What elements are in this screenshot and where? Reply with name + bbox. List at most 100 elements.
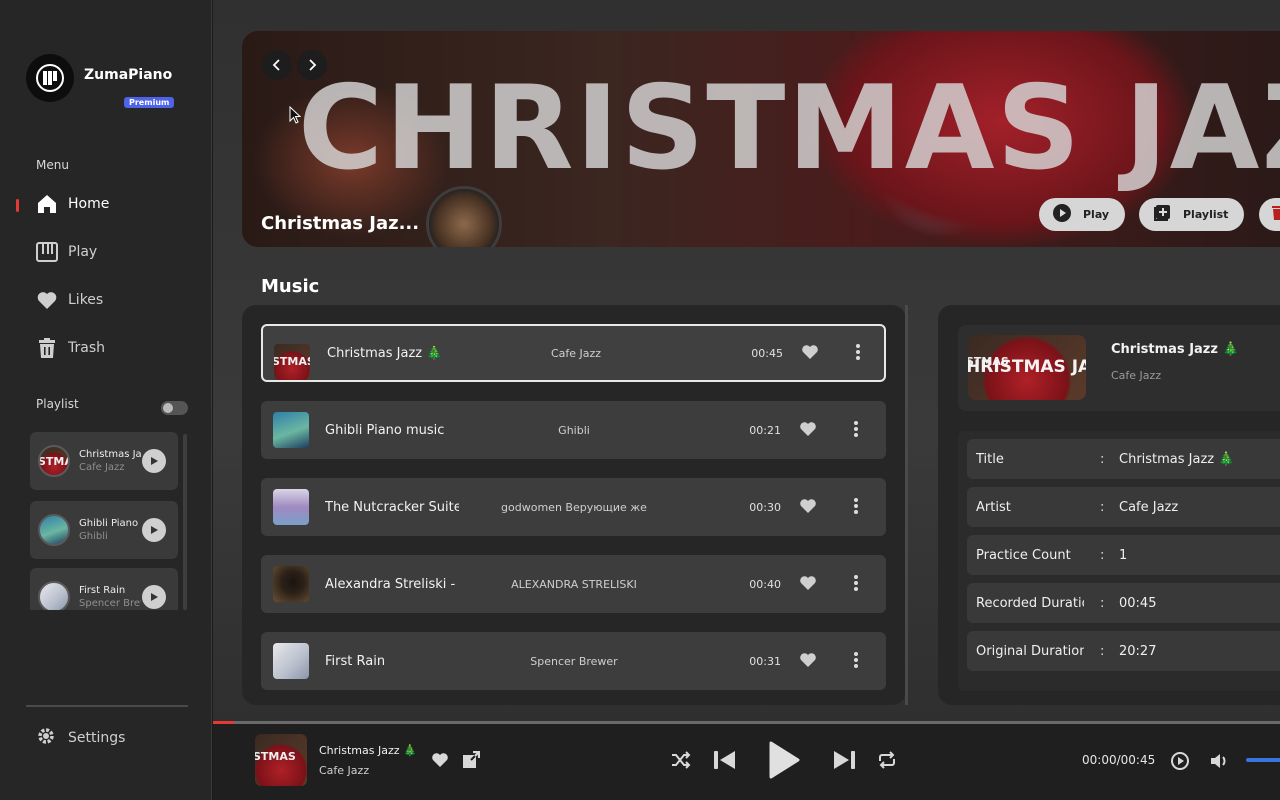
- detail-colon: :: [1100, 499, 1105, 515]
- heart-icon[interactable]: [799, 498, 817, 518]
- external-link-icon: [462, 750, 481, 773]
- track-thumbnail: [273, 566, 309, 602]
- now-playing-thumbnail: [255, 734, 307, 786]
- detail-header: HRISTMAS JA Christmas Jazz 🎄 Cafe Jazz: [958, 325, 1280, 411]
- hero-banner: CHRISTMAS JAZZ Christmas Jaz... Play Pla…: [242, 31, 1280, 247]
- playlist-thumbnail: [38, 445, 70, 477]
- heart-icon[interactable]: [801, 344, 819, 364]
- playlist-item[interactable]: Christmas Jazz Cafe Jazz: [30, 432, 178, 490]
- playlist-item[interactable]: Ghibli Piano music Ghibli: [30, 501, 178, 559]
- shuffle-icon: [671, 751, 691, 773]
- open-external-button[interactable]: [462, 750, 481, 773]
- playlist-thumbnail: [38, 514, 70, 546]
- heart-icon[interactable]: [799, 575, 817, 595]
- brand[interactable]: ZumaPiano Premium: [26, 54, 175, 108]
- more-vertical-icon[interactable]: [853, 497, 859, 519]
- detail-fields: Title : Christmas Jazz 🎄 Artist : Cafe J…: [958, 431, 1280, 691]
- playlist-thumbnail: [38, 581, 70, 610]
- player-bar: Christmas Jazz 🎄 Cafe Jazz 00:00/0: [213, 724, 1280, 800]
- table-row[interactable]: First Rain Spencer Brewer 00:31: [261, 632, 886, 690]
- detail-value: 00:45: [1119, 595, 1157, 611]
- banner-playlist-button[interactable]: Playlist: [1139, 198, 1245, 231]
- repeat-icon: [877, 751, 897, 773]
- back-button[interactable]: [262, 50, 292, 80]
- track-thumbnail: [273, 643, 309, 679]
- detail-value: 1: [1119, 547, 1128, 563]
- sidebar-item-home[interactable]: Home: [36, 193, 109, 215]
- music-list-scrollbar[interactable]: [905, 305, 908, 705]
- table-row[interactable]: Christmas Jazz 🎄 Cafe Jazz 00:45: [261, 324, 886, 382]
- skip-next-icon: [831, 748, 857, 776]
- music-list-panel: Christmas Jazz 🎄 Cafe Jazz 00:45 Ghibli …: [242, 305, 906, 705]
- settings-label: Settings: [68, 730, 126, 746]
- sidebar-divider: [26, 705, 188, 707]
- banner-title: Christmas Jaz...: [261, 213, 420, 234]
- sidebar-item-play[interactable]: Play: [36, 241, 97, 263]
- settings-button[interactable]: Settings: [36, 726, 125, 750]
- track-duration: 00:40: [749, 577, 781, 591]
- detail-colon: :: [1100, 547, 1105, 563]
- play-icon[interactable]: [142, 518, 166, 542]
- now-playing-title: Christmas Jazz 🎄: [319, 744, 417, 757]
- more-vertical-icon[interactable]: [853, 651, 859, 673]
- repeat-button[interactable]: [877, 751, 897, 773]
- app-logo-icon: [26, 54, 74, 102]
- more-vertical-icon[interactable]: [853, 574, 859, 596]
- detail-thumbnail: HRISTMAS JA: [968, 335, 1086, 400]
- detail-colon: :: [1100, 595, 1105, 611]
- detail-value: Christmas Jazz 🎄: [1119, 451, 1235, 467]
- detail-key: Practice Count: [976, 547, 1071, 563]
- track-thumbnail: [273, 412, 309, 448]
- table-row[interactable]: Ghibli Piano music Ghibli 00:21: [261, 401, 886, 459]
- play-button[interactable]: [768, 741, 800, 783]
- track-duration: 00:45: [751, 346, 783, 360]
- track-artist: Cafe Jazz: [550, 346, 602, 360]
- play-icon[interactable]: [142, 585, 166, 609]
- detail-row: Title : Christmas Jazz 🎄: [967, 439, 1280, 479]
- detail-title: Christmas Jazz 🎄: [1111, 342, 1239, 357]
- detail-colon: :: [1100, 451, 1105, 467]
- shuffle-button[interactable]: [671, 751, 691, 773]
- sidebar-item-trash[interactable]: Trash: [36, 337, 105, 359]
- sidebar-item-likes[interactable]: Likes: [36, 289, 103, 311]
- heart-icon[interactable]: [799, 652, 817, 672]
- playlist-list: Christmas Jazz Cafe Jazz Ghibli Piano mu…: [30, 432, 180, 610]
- detail-colon: :: [1100, 643, 1105, 659]
- previous-button[interactable]: [712, 748, 738, 776]
- playlist-scrollbar[interactable]: [183, 434, 187, 610]
- next-button[interactable]: [831, 748, 857, 776]
- sidebar-item-label: Trash: [68, 340, 105, 356]
- more-vertical-icon[interactable]: [855, 343, 861, 365]
- table-row[interactable]: The Nutcracker Suite godwomen Верующие ж…: [261, 478, 886, 536]
- trash-icon: [36, 337, 58, 359]
- banner-playlist-label: Playlist: [1183, 208, 1229, 221]
- speed-button[interactable]: [1170, 751, 1190, 775]
- banner-play-button[interactable]: Play: [1039, 198, 1126, 231]
- track-title: Christmas Jazz 🎄: [327, 345, 443, 361]
- banner-big-text: CHRISTMAS JAZZ: [298, 61, 1280, 196]
- forward-button[interactable]: [297, 50, 327, 80]
- banner-trash-button[interactable]: [1259, 198, 1280, 231]
- detail-subtitle: Cafe Jazz: [1111, 369, 1162, 382]
- detail-key: Recorded Duration: [976, 595, 1084, 611]
- play-icon[interactable]: [142, 449, 166, 473]
- track-title: Ghibli Piano music: [325, 422, 445, 438]
- table-row[interactable]: Alexandra Streliski - I ALEXANDRA STRELI…: [261, 555, 886, 613]
- play-icon: [768, 741, 800, 783]
- heart-icon[interactable]: [799, 421, 817, 441]
- more-vertical-icon[interactable]: [853, 420, 859, 442]
- track-artist: Spencer Brewer: [530, 654, 618, 668]
- playlist-title: Christmas Jazz: [79, 449, 141, 460]
- volume-button[interactable]: [1210, 752, 1230, 774]
- playlist-toggle[interactable]: [161, 401, 188, 415]
- playlist-item[interactable]: First Rain Spencer Brewer: [30, 568, 178, 610]
- chevron-right-icon: [306, 56, 318, 75]
- detail-value: 20:27: [1119, 643, 1157, 659]
- play-circle-icon: [1053, 204, 1071, 225]
- home-icon: [36, 193, 58, 215]
- like-button[interactable]: [431, 752, 449, 772]
- volume-slider[interactable]: [1246, 758, 1280, 762]
- track-title: Alexandra Streliski - I: [325, 576, 459, 592]
- chevron-left-icon: [271, 56, 283, 75]
- playlist-subtitle: Ghibli: [79, 531, 108, 542]
